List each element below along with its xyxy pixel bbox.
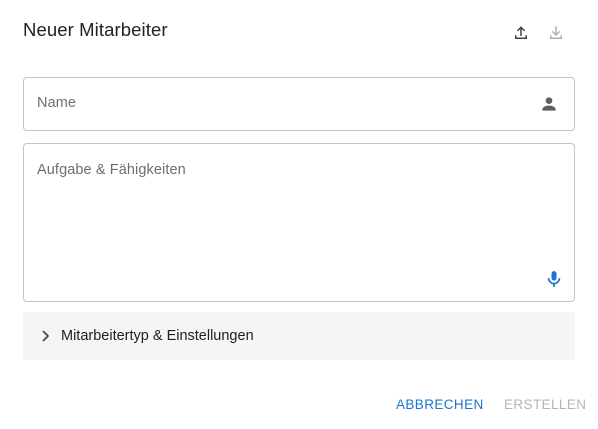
employee-type-settings-expander[interactable]: Mitarbeitertyp & Einstellungen: [23, 312, 575, 360]
cancel-button[interactable]: ABBRECHEN: [396, 397, 484, 412]
dialog-title: Neuer Mitarbeiter: [23, 19, 168, 40]
name-field-label: Name: [37, 95, 77, 111]
new-employee-dialog: Neuer Mitarbeiter Name Aufgabe & Fähigke…: [0, 0, 598, 429]
download-icon-glyph: [550, 26, 562, 39]
task-skills-field-label: Aufgabe & Fähigkeiten: [37, 162, 186, 178]
task-skills-field[interactable]: Aufgabe & Fähigkeiten: [23, 143, 575, 302]
microphone-icon[interactable]: [543, 267, 565, 291]
upload-icon[interactable]: [510, 22, 532, 44]
person-icon: [538, 93, 560, 115]
expander-label: Mitarbeitertyp & Einstellungen: [61, 328, 254, 344]
create-button[interactable]: ERSTELLEN: [504, 397, 586, 412]
download-icon[interactable]: [545, 22, 567, 44]
name-field[interactable]: Name: [23, 77, 575, 131]
upload-icon-glyph: [515, 26, 527, 39]
chevron-right-icon: [38, 328, 54, 344]
